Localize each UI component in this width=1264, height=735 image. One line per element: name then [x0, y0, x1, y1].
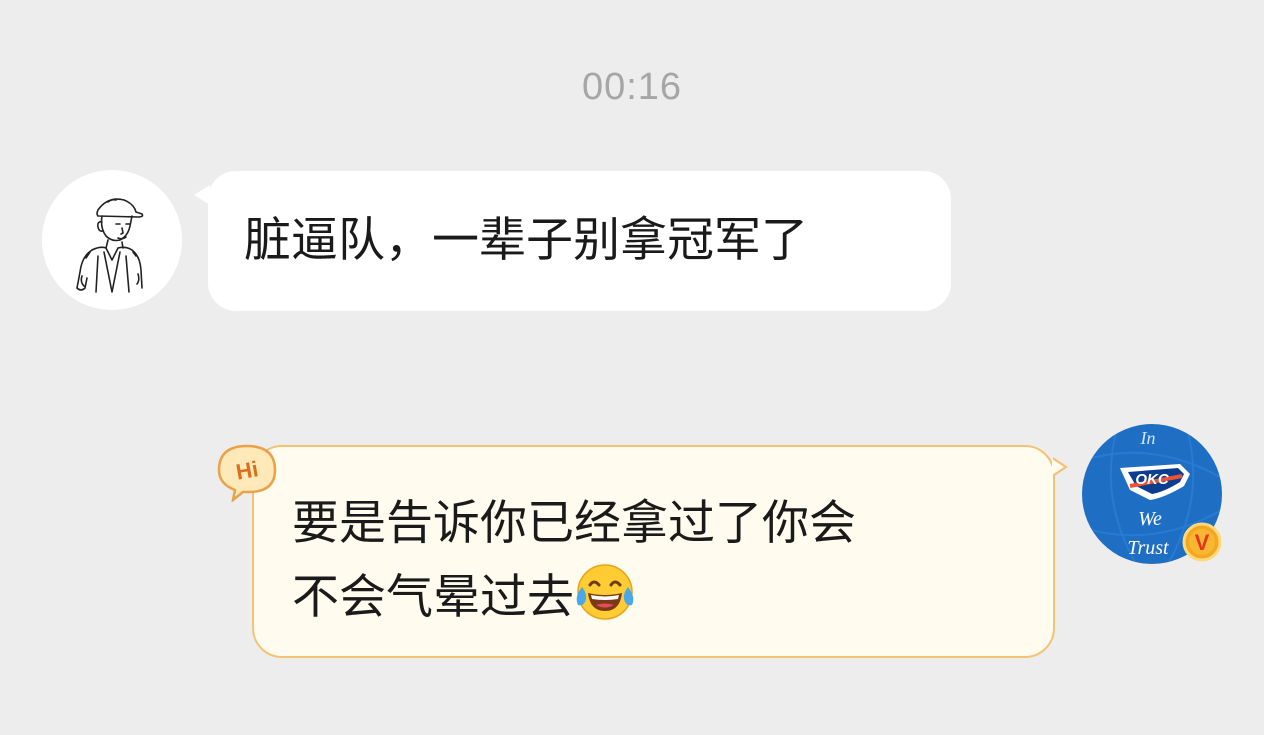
outgoing-message-line-2: 不会气晕过去: [292, 570, 574, 625]
outgoing-message-text: 要是告诉你已经拿过了你会 不会气晕过去: [292, 487, 1012, 635]
avatar-text-mid: We: [1138, 508, 1162, 530]
self-avatar[interactable]: In OKC We Trust V: [1082, 424, 1222, 564]
bubble-tail: [194, 185, 210, 205]
okc-logo-icon: In OKC We Trust V: [1082, 424, 1222, 564]
incoming-message-text: 脏逼队，一辈子别拿冠军了: [244, 213, 808, 268]
bubble-tail-inner: [1052, 459, 1064, 475]
outgoing-message-line-1: 要是告诉你已经拿过了你会: [292, 496, 856, 551]
message-timestamp: 00:16: [581, 66, 683, 108]
outgoing-message-bubble[interactable]: 要是告诉你已经拿过了你会 不会气晕过去: [252, 445, 1068, 658]
verified-badge-icon: V: [1195, 530, 1210, 555]
avatar-text-bottom: Trust: [1127, 537, 1169, 559]
incoming-message-bubble[interactable]: 脏逼队，一辈子别拿冠军了: [194, 171, 951, 311]
tears-of-joy-emoji-icon: [574, 561, 636, 623]
sketch-boy-icon: [42, 170, 182, 310]
chat-screen: 00:16 脏逼队，一辈子别拿冠军了 要是告诉你已经拿过了你会 不会气晕过去 H…: [0, 0, 1264, 735]
avatar-text-top: In: [1140, 428, 1156, 448]
hi-bubble-badge: Hi: [213, 440, 281, 504]
sender-avatar[interactable]: [42, 170, 182, 310]
avatar-logo-text: OKC: [1135, 471, 1170, 488]
hi-badge-label: Hi: [234, 456, 260, 484]
